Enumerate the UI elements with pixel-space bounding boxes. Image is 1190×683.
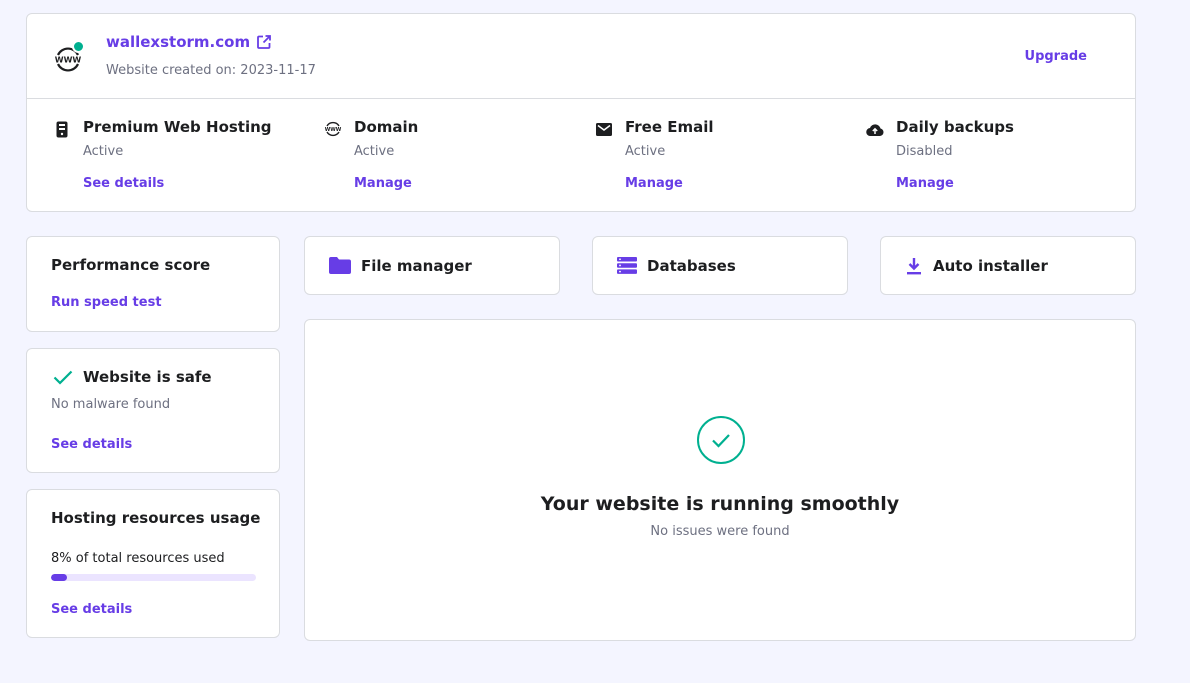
external-link-icon[interactable]	[256, 34, 272, 50]
service-daily-backups: Daily backups Disabled Manage	[866, 118, 1116, 198]
resources-progress-fill	[51, 574, 68, 581]
folder-icon	[329, 257, 351, 274]
website-header: WWW wallexstorm.com Website created on: …	[27, 14, 1135, 99]
cloud-upload-icon	[866, 120, 884, 138]
download-icon	[907, 257, 921, 274]
online-status-dot	[72, 40, 85, 53]
databases-label: Databases	[647, 256, 736, 275]
checkmark-icon	[53, 370, 73, 385]
svg-text:WWW: WWW	[55, 56, 82, 65]
manage-email-link[interactable]: Manage	[625, 176, 683, 191]
status-subtitle: No issues were found	[650, 524, 790, 539]
service-domain: WWW Domain Active Manage	[324, 118, 574, 198]
service-title: Free Email	[625, 118, 714, 136]
website-domain-text: wallexstorm.com	[106, 33, 251, 51]
security-see-details-link[interactable]: See details	[51, 437, 132, 452]
service-status: Disabled	[896, 144, 953, 159]
manage-domain-link[interactable]: Manage	[354, 176, 412, 191]
databases-button[interactable]: Databases	[592, 236, 848, 295]
www-icon: WWW	[324, 120, 342, 138]
upgrade-button[interactable]: Upgrade	[1025, 49, 1087, 64]
resources-see-details-link[interactable]: See details	[51, 602, 132, 617]
svg-text:WWW: WWW	[325, 127, 342, 133]
file-manager-button[interactable]: File manager	[304, 236, 560, 295]
website-created-date: Website created on: 2023-11-17	[106, 63, 316, 78]
auto-installer-button[interactable]: Auto installer	[880, 236, 1136, 295]
resources-usage-text: 8% of total resources used	[51, 551, 225, 566]
security-subtitle: No malware found	[51, 397, 171, 412]
resources-title: Hosting resources usage	[51, 509, 261, 527]
service-status: Active	[83, 144, 124, 159]
service-title: Daily backups	[896, 118, 1014, 136]
status-title: Your website is running smoothly	[540, 493, 900, 515]
database-icon	[617, 257, 637, 274]
resources-progress-bar	[51, 574, 256, 581]
website-status-card: Your website is running smoothly No issu…	[304, 319, 1136, 641]
manage-backups-link[interactable]: Manage	[896, 176, 954, 191]
hosting-resources-card: Hosting resources usage 8% of total reso…	[26, 489, 280, 638]
run-speed-test-link[interactable]: Run speed test	[51, 295, 162, 310]
service-title: Premium Web Hosting	[83, 118, 272, 136]
service-premium-hosting: Premium Web Hosting Active See details	[53, 118, 303, 198]
service-status: Active	[625, 144, 666, 159]
see-details-link[interactable]: See details	[83, 176, 164, 191]
success-check-icon	[697, 416, 745, 464]
service-title: Domain	[354, 118, 419, 136]
mail-icon	[595, 120, 613, 138]
file-manager-label: File manager	[361, 256, 472, 275]
server-icon	[53, 120, 71, 138]
performance-score-card: Performance score Run speed test	[26, 236, 280, 332]
performance-title: Performance score	[51, 256, 211, 274]
website-security-card: Website is safe No malware found See det…	[26, 348, 280, 473]
auto-installer-label: Auto installer	[933, 256, 1048, 275]
security-title: Website is safe	[83, 368, 212, 386]
service-status: Active	[354, 144, 395, 159]
service-free-email: Free Email Active Manage	[595, 118, 845, 198]
website-domain-link[interactable]: wallexstorm.com	[106, 33, 272, 51]
website-overview-card: WWW wallexstorm.com Website created on: …	[26, 13, 1136, 212]
